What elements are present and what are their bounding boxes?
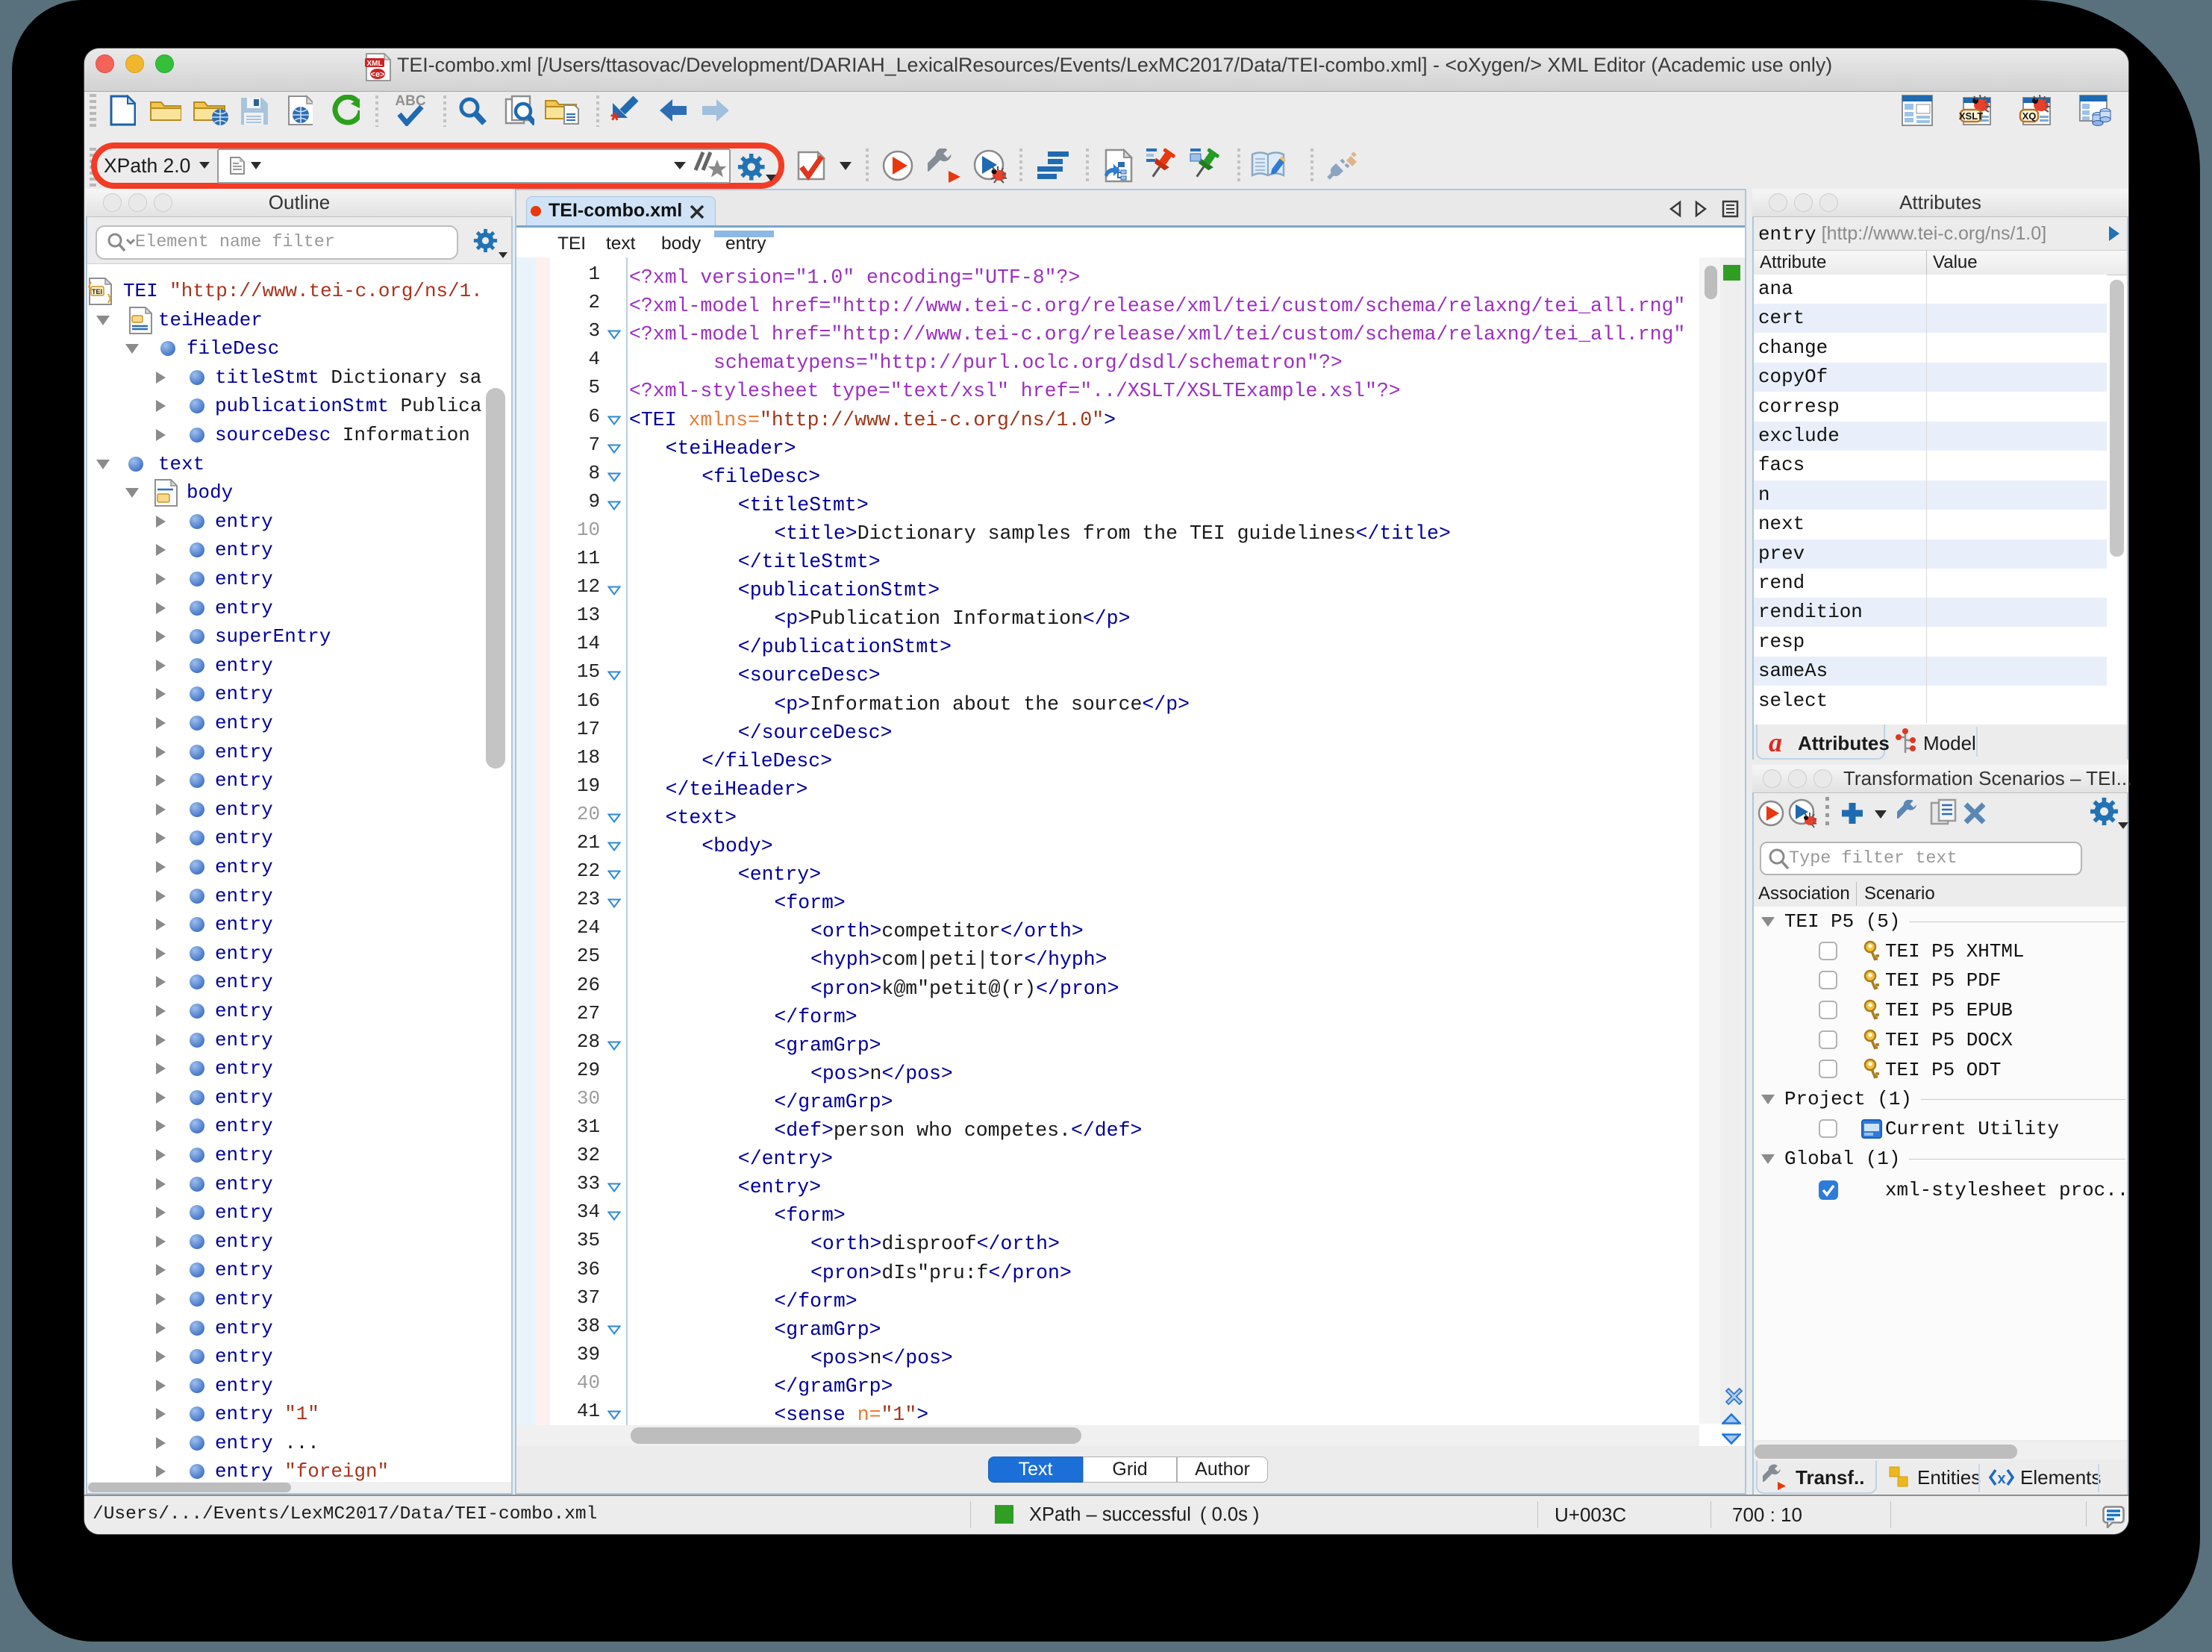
svg-text:*: *: [610, 108, 619, 128]
svg-text:XML: XML: [366, 60, 382, 68]
svg-text:<e>: <e>: [371, 70, 385, 79]
svg-text:XQ: XQ: [2022, 110, 2037, 122]
svg-text:TEI: TEI: [92, 288, 102, 295]
svg-text:x: x: [1997, 1471, 2005, 1487]
svg-text:XSLT: XSLT: [1959, 110, 1983, 122]
